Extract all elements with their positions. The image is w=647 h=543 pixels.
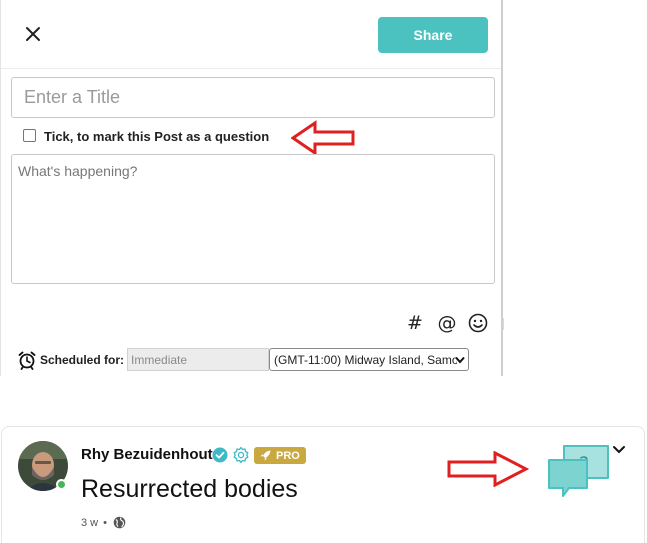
post-title[interactable]: Resurrected bodies bbox=[81, 475, 298, 504]
mention-icon[interactable]: @ bbox=[436, 312, 458, 334]
schedule-label: Scheduled for: bbox=[40, 352, 125, 367]
create-post-modal: Share Tick, to mark this Post as a quest… bbox=[0, 0, 503, 376]
chevron-down-icon bbox=[455, 356, 465, 364]
chevron-down-icon[interactable] bbox=[612, 445, 626, 455]
verified-icon bbox=[212, 447, 228, 463]
share-button[interactable]: Share bbox=[378, 17, 488, 53]
title-input[interactable] bbox=[11, 77, 495, 118]
meta-separator: • bbox=[103, 516, 107, 529]
online-status-indicator bbox=[56, 479, 67, 490]
timezone-select[interactable]: (GMT-11:00) Midway Island, Samoa bbox=[269, 348, 470, 371]
post-body-input[interactable] bbox=[11, 154, 495, 284]
hashtag-icon[interactable]: # bbox=[404, 312, 426, 334]
annotation-arrow-right-icon bbox=[447, 451, 529, 487]
schedule-row: Scheduled for: Immediate (GMT-11:00) Mid… bbox=[17, 347, 470, 372]
rocket-icon bbox=[260, 450, 271, 461]
schedule-time-input[interactable]: Immediate bbox=[127, 348, 270, 371]
post-meta: 3 w • bbox=[81, 516, 126, 529]
pro-badge-label: PRO bbox=[276, 449, 300, 462]
post-age[interactable]: 3 w bbox=[81, 517, 98, 529]
annotation-arrow-left-icon bbox=[291, 120, 355, 156]
close-icon[interactable] bbox=[19, 20, 47, 48]
timezone-value: (GMT-11:00) Midway Island, Samoa bbox=[274, 352, 458, 367]
pro-badge: PRO bbox=[254, 447, 306, 464]
post-card: Rhy Bezuidenhout PRO Resurrected bodies … bbox=[1, 426, 645, 543]
alarm-clock-icon bbox=[18, 351, 36, 370]
question-checkbox-label[interactable]: Tick, to mark this Post as a question bbox=[44, 129, 269, 144]
modal-header: Share bbox=[1, 0, 501, 69]
emoji-icon[interactable] bbox=[467, 312, 489, 334]
question-checkbox[interactable] bbox=[23, 128, 36, 142]
gear-badge-icon bbox=[233, 446, 249, 464]
globe-icon bbox=[113, 516, 126, 529]
screenshot-canvas: Share Tick, to mark this Post as a quest… bbox=[0, 0, 647, 543]
question-toggle: Tick, to mark this Post as a question bbox=[23, 126, 269, 144]
question-chat-icon: ? bbox=[548, 445, 609, 497]
author-name[interactable]: Rhy Bezuidenhout bbox=[81, 446, 213, 463]
